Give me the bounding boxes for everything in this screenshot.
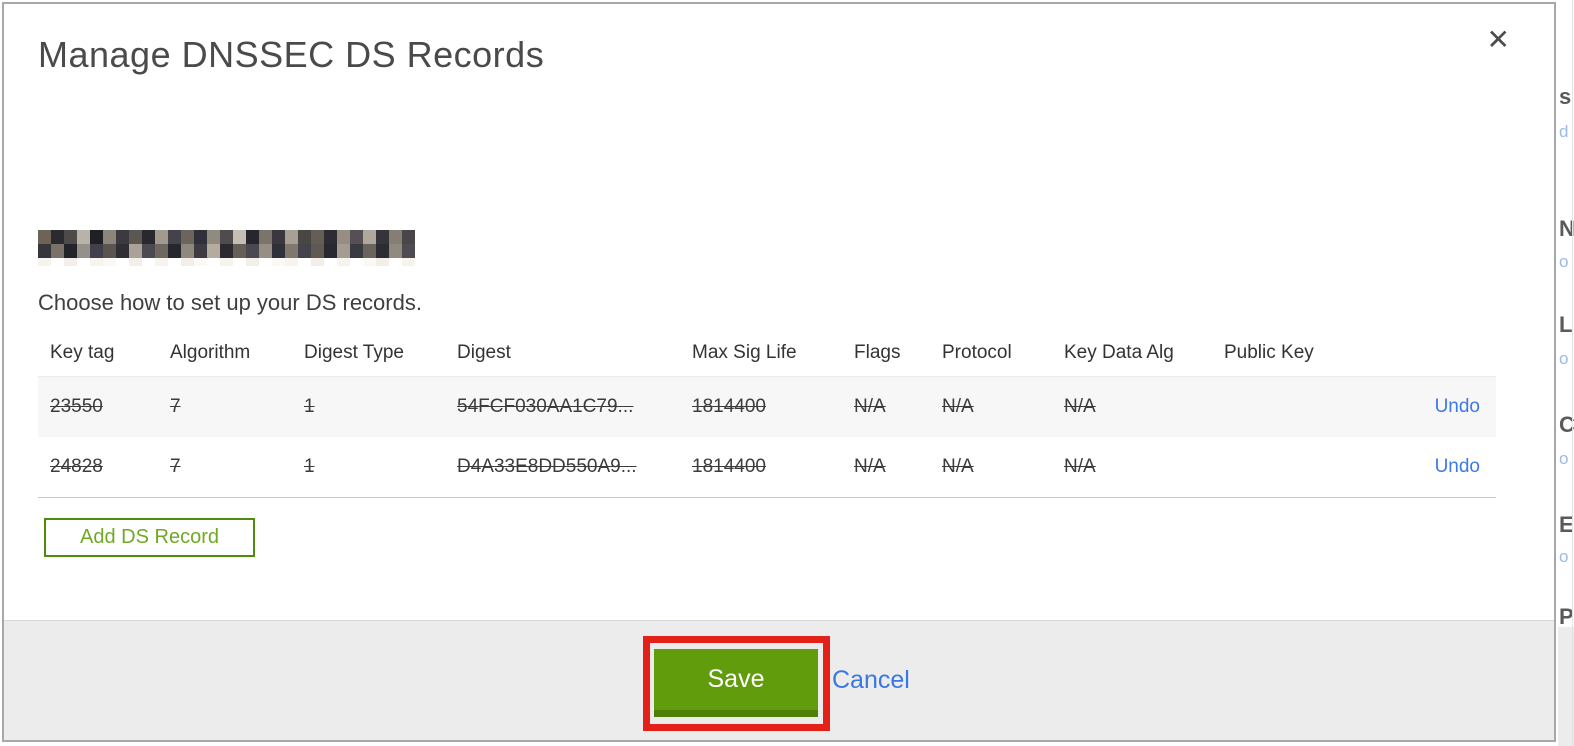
- digest-cell: D4A33E8DD550A9...: [457, 456, 637, 477]
- flags-cell: N/A: [854, 456, 886, 477]
- column-header: Algorithm: [170, 342, 251, 363]
- column-header: Key tag: [50, 342, 115, 363]
- subtitle: Choose how to set up your DS records.: [38, 290, 422, 315]
- max-sig-life-cell: 1814400: [692, 396, 766, 417]
- key-data-alg-cell: N/A: [1064, 456, 1096, 477]
- algorithm-cell: 7: [170, 396, 181, 417]
- key-tag-cell: 24828: [50, 456, 103, 477]
- close-icon[interactable]: ✕: [1487, 26, 1510, 54]
- digest-cell: 54FCF030AA1C79...: [457, 396, 634, 417]
- add-ds-record-button[interactable]: Add DS Record: [44, 518, 255, 557]
- save-button[interactable]: Save: [654, 649, 818, 717]
- table-row: 24828 7 1 D4A33E8DD550A9... 1814400 N/A …: [38, 437, 1496, 498]
- max-sig-life-cell: 1814400: [692, 456, 766, 477]
- algorithm-cell: 7: [170, 456, 181, 477]
- column-header: Key Data Alg: [1064, 342, 1174, 363]
- redacted-domain: [38, 230, 415, 266]
- table-row: 23550 7 1 54FCF030AA1C79... 1814400 N/A …: [38, 376, 1496, 437]
- protocol-cell: N/A: [942, 396, 974, 417]
- column-header: Flags: [854, 342, 901, 363]
- page: s d N o L o C o E o P o Manage DNSSEC DS…: [0, 0, 1574, 746]
- undo-link[interactable]: Undo: [1435, 456, 1480, 477]
- undo-link[interactable]: Undo: [1435, 396, 1480, 417]
- column-header: Digest Type: [304, 342, 404, 363]
- key-data-alg-cell: N/A: [1064, 396, 1096, 417]
- background-page-strip: s d N o L o C o E o P o: [1558, 0, 1574, 746]
- column-header: Protocol: [942, 342, 1012, 363]
- digest-type-cell: 1: [304, 396, 315, 417]
- ds-records-table: Key tag Algorithm Digest Type Digest Max…: [38, 330, 1496, 498]
- protocol-cell: N/A: [942, 456, 974, 477]
- column-header: Digest: [457, 342, 511, 363]
- key-tag-cell: 23550: [50, 396, 103, 417]
- manage-dnssec-modal: Manage DNSSEC DS Records ✕ Choose how to…: [2, 2, 1556, 742]
- flags-cell: N/A: [854, 396, 886, 417]
- cancel-button[interactable]: Cancel: [832, 666, 910, 695]
- column-header: Max Sig Life: [692, 342, 797, 363]
- bg-edge-line: [1572, 0, 1573, 746]
- table-header-row: Key tag Algorithm Digest Type Digest Max…: [38, 330, 1496, 376]
- page-title: Manage DNSSEC DS Records: [38, 34, 545, 75]
- digest-type-cell: 1: [304, 456, 315, 477]
- column-header: Public Key: [1224, 342, 1314, 363]
